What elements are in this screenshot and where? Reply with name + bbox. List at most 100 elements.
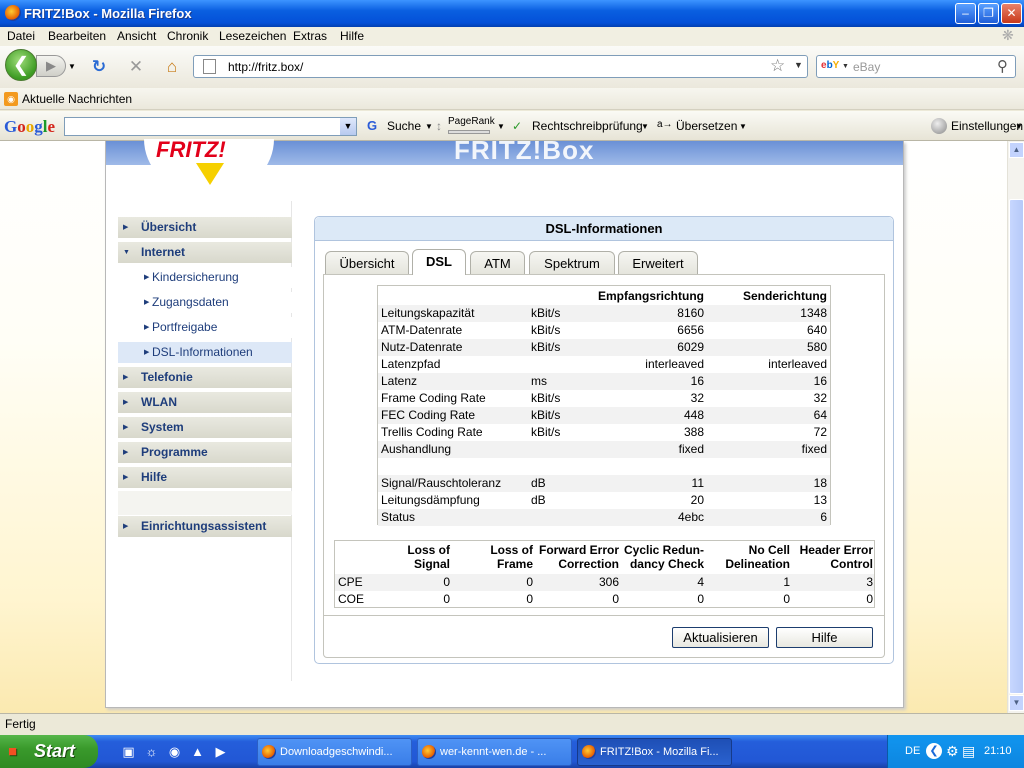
tab-erweitert[interactable]: Erweitert <box>618 251 698 275</box>
menu-hilfe[interactable]: Hilfe <box>340 29 364 43</box>
status-text: Fertig <box>5 717 36 731</box>
start-button[interactable]: ■ Start <box>0 735 98 768</box>
sidebar-item-kindersicherung[interactable]: ▶ Kindersicherung <box>118 267 292 288</box>
sidebar-item-hilfe[interactable]: ▶ Hilfe <box>118 467 292 488</box>
sidebar-item-einrichtungsassistent[interactable]: ▶ Einrichtungsassistent <box>118 516 292 537</box>
menu-datei[interactable]: Datei <box>7 29 35 43</box>
sidebar-item-wlan[interactable]: ▶ WLAN <box>118 392 292 413</box>
back-button[interactable]: ❮ <box>5 49 37 81</box>
chevron-down-icon[interactable]: ▼ <box>425 122 433 131</box>
reload-icon[interactable]: ↻ <box>89 57 109 77</box>
quicklaunch-media-icon[interactable]: ▶ <box>212 743 229 760</box>
search-icon[interactable]: ⚲ <box>997 57 1008 75</box>
search-bar[interactable]: ebY ▼ eBay ⚲ <box>816 55 1016 78</box>
quicklaunch-app-icon[interactable]: ▲ <box>189 743 206 760</box>
search-placeholder: eBay <box>853 60 881 74</box>
sidebar-item-dsl-informationen[interactable]: ▶ DSL-Informationen <box>118 342 292 363</box>
column-header-hec: Header Error Control <box>799 543 873 571</box>
home-icon[interactable]: ⌂ <box>162 57 182 77</box>
tab-body: Empfangsrichtung Senderichtung Leitungsk… <box>323 274 885 658</box>
settings-button[interactable]: Einstellungen <box>951 119 1023 133</box>
scroll-up-icon[interactable]: ▲ <box>1009 142 1024 158</box>
refresh-button[interactable]: Aktualisieren <box>672 627 769 648</box>
menu-extras[interactable]: Extras <box>293 29 327 43</box>
pagerank-icon: ↕ <box>436 119 442 133</box>
sidebar-item-zugangsdaten[interactable]: ▶ Zugangsdaten <box>118 292 292 313</box>
menu-lesezeichen[interactable]: Lesezeichen <box>219 29 286 43</box>
url-dropdown-icon[interactable]: ▼ <box>794 60 803 70</box>
menu-ansicht[interactable]: Ansicht <box>117 29 156 43</box>
arrow-right-icon: ▶ <box>144 274 150 281</box>
ebay-icon[interactable]: ebY ▼ <box>821 60 849 71</box>
chevron-down-icon[interactable]: ▼ <box>739 122 747 131</box>
translate-button[interactable]: Übersetzen <box>676 119 737 133</box>
bookmarks-toolbar: ◉ Aktuelle Nachrichten <box>0 88 1024 110</box>
settings-icon <box>931 118 947 134</box>
stop-icon[interactable]: ✕ <box>126 57 146 77</box>
tray-network-icon[interactable]: ▤ <box>962 743 975 760</box>
fritzbox-page: FRITZ!Box FRITZ! ▶ Übersicht ▼ Internet ▶ K… <box>105 135 904 708</box>
chevron-down-icon[interactable]: ▼ <box>641 122 649 131</box>
column-header-crc: Cyclic Redun-dancy Check <box>623 543 704 571</box>
url-bar[interactable]: http://fritz.box/ ☆ ▼ <box>193 55 808 78</box>
close-button[interactable]: ✕ <box>1001 3 1022 24</box>
quicklaunch-desktop-icon[interactable]: ▣ <box>120 743 137 760</box>
table-row: Frame Coding Rate kBit/s 32 32 <box>381 391 827 405</box>
menu-bearbeiten[interactable]: Bearbeiten <box>48 29 106 43</box>
language-indicator[interactable]: DE <box>905 745 920 757</box>
column-header-loss-of-frame: Loss of Frame <box>490 543 533 571</box>
history-dropdown-icon[interactable]: ▼ <box>68 62 76 71</box>
forward-button[interactable]: ▶ <box>36 55 66 77</box>
help-button[interactable]: Hilfe <box>776 627 873 648</box>
sidebar-item-system[interactable]: ▶ System <box>118 417 292 438</box>
tab-atm[interactable]: ATM <box>470 251 525 275</box>
restore-button[interactable]: ❐ <box>978 3 999 24</box>
quicklaunch-firefox-icon[interactable]: ◉ <box>166 743 183 760</box>
task-wer-kennt-wen[interactable]: wer-kennt-wen.de - ... <box>417 738 572 766</box>
quicklaunch-ie-icon[interactable]: ☼ <box>143 743 160 760</box>
sidebar-item-telefonie[interactable]: ▶ Telefonie <box>118 367 292 388</box>
scroll-down-icon[interactable]: ▼ <box>1009 695 1024 711</box>
chevron-down-icon[interactable]: ▼ <box>497 122 505 131</box>
firefox-icon <box>582 745 596 759</box>
clock: 21:10 <box>984 745 1012 757</box>
menu-chronik[interactable]: Chronik <box>167 29 208 43</box>
sidebar-item-portfreigabe[interactable]: ▶ Portfreigabe <box>118 317 292 338</box>
firefox-icon <box>5 5 21 21</box>
task-fritzbox[interactable]: FRITZ!Box - Mozilla Fi... <box>577 738 732 766</box>
sidebar-item-internet[interactable]: ▼ Internet <box>118 242 292 263</box>
bookmark-star-icon[interactable]: ☆ <box>770 56 785 76</box>
tray-app-icon[interactable]: ⚙ <box>946 743 959 760</box>
arrow-right-icon: ▶ <box>123 224 129 231</box>
table-row: ATM-Datenrate kBit/s 6656 640 <box>381 323 827 337</box>
google-search-input[interactable]: ▼ <box>64 117 357 136</box>
firefox-icon <box>422 745 436 759</box>
task-downloadgeschwindigkeit[interactable]: Downloadgeschwindi... <box>257 738 412 766</box>
table-row: Trellis Coding Rate kBit/s 388 72 <box>381 425 827 439</box>
bookmark-aktuelle-nachrichten[interactable]: Aktuelle Nachrichten <box>22 92 132 106</box>
arrow-right-icon: ▶ <box>144 324 150 331</box>
sidebar-item-programme[interactable]: ▶ Programme <box>118 442 292 463</box>
spellcheck-button[interactable]: Rechtschreibprüfung <box>532 119 643 133</box>
google-logo[interactable]: Google <box>4 117 55 137</box>
google-g-icon: G <box>367 118 378 133</box>
tab-dsl[interactable]: DSL <box>412 249 466 275</box>
column-header-ncd: No Cell Delineation <box>725 543 790 571</box>
column-header-senderichtung: Senderichtung <box>742 289 827 303</box>
chevron-down-icon[interactable]: ▼ <box>340 118 356 135</box>
windows-flag-icon: ■ <box>8 743 18 760</box>
scroll-thumb[interactable] <box>1009 199 1024 694</box>
sidebar-item-uebersicht[interactable]: ▶ Übersicht <box>118 217 292 238</box>
arrow-right-icon: ▶ <box>123 399 129 406</box>
translate-icon: a→ <box>657 119 673 130</box>
firefox-icon <box>262 745 276 759</box>
chevron-down-icon[interactable]: ▼ <box>1015 122 1023 131</box>
vertical-scrollbar[interactable]: ▲ ▼ <box>1007 141 1024 713</box>
google-search-button[interactable]: Suche <box>387 119 421 133</box>
fritz-logo-shape <box>196 163 224 185</box>
tray-expand-icon[interactable]: ❮ <box>926 743 942 759</box>
tab-uebersicht[interactable]: Übersicht <box>325 251 409 275</box>
dsl-table: Empfangsrichtung Senderichtung Leitungsk… <box>377 285 831 526</box>
tab-spektrum[interactable]: Spektrum <box>529 251 615 275</box>
minimize-button[interactable]: – <box>955 3 976 24</box>
